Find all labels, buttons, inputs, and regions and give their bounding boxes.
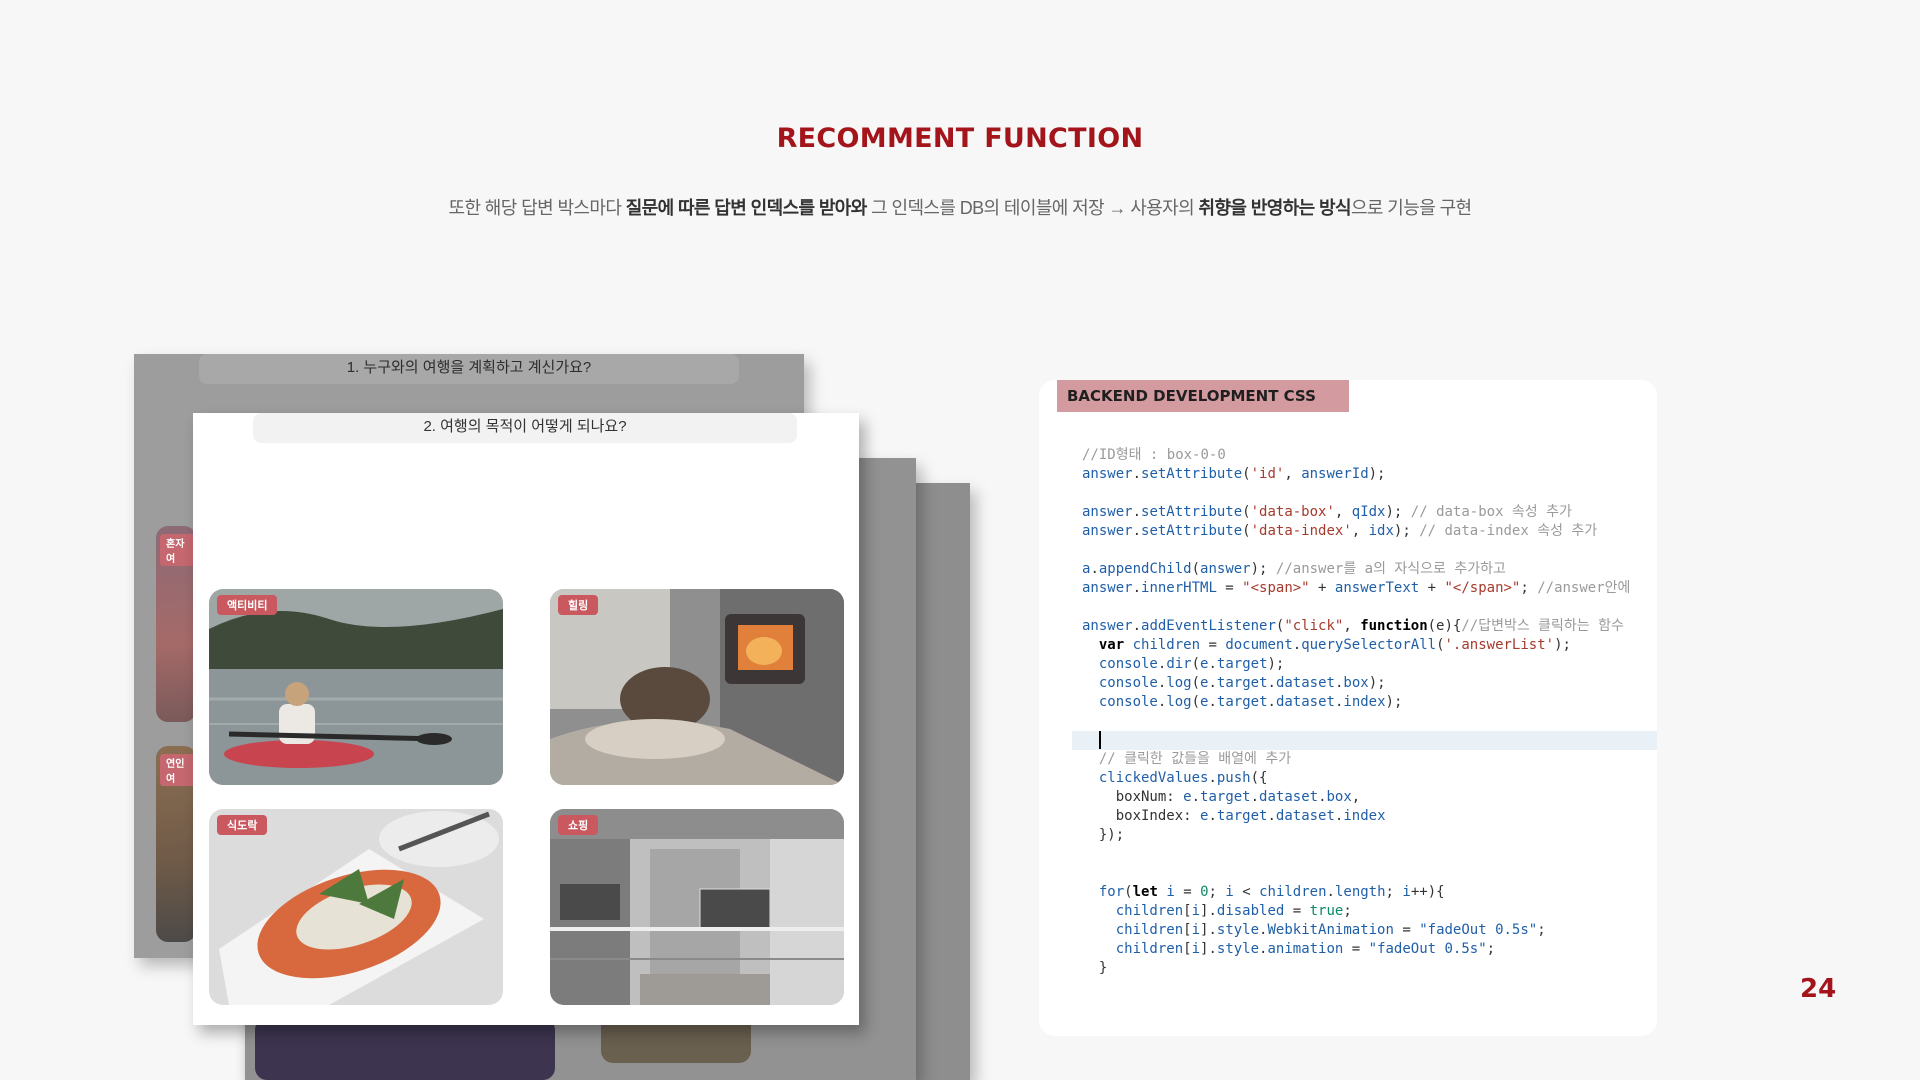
option-tag-activity: 액티비티 xyxy=(217,595,278,615)
code-line: console.log(e.target.dataset.box); xyxy=(1098,675,1386,691)
code-line: answer.setAttribute('data-box', qIdx); /… xyxy=(1082,504,1572,520)
code-line: a.appendChild(answer); //answer를 a의 자식으로… xyxy=(1082,561,1506,577)
slide-title: RECOMMENT FUNCTION xyxy=(776,123,1144,154)
option-tile-shopping[interactable]: 쇼핑 xyxy=(550,809,844,1005)
code-line: }); xyxy=(1082,827,1125,843)
page-number: 24 xyxy=(1800,974,1837,1004)
option-tag-dim: 연인여 xyxy=(160,754,196,786)
code-editor[interactable]: //ID형태 : box-0-0 answer.setAttribute('id… xyxy=(1072,446,1657,978)
option-tile-food[interactable]: 식도락 xyxy=(209,809,503,1005)
code-line: boxIndex: e.target.dataset.index xyxy=(1082,808,1386,824)
code-line: answer.setAttribute('data-index', idx); … xyxy=(1082,523,1598,539)
code-line: answer.addEventListener("click", functio… xyxy=(1082,618,1624,634)
code-line: answer.setAttribute('id', answerId); xyxy=(1082,466,1386,482)
option-tile-dim: 연인여 xyxy=(156,746,196,942)
code-line: children[i].style.animation = "fadeOut 0… xyxy=(1115,941,1496,957)
code-line-current xyxy=(1072,731,1657,750)
code-line: // 클릭한 값들을 배열에 추가 xyxy=(1098,751,1292,767)
code-panel-badge: BACKEND DEVELOPMENT CSS xyxy=(1057,380,1349,412)
code-line: answer.innerHTML = "<span>" + answerText… xyxy=(1082,580,1631,596)
code-line: children[i].style.WebkitAnimation = "fad… xyxy=(1115,922,1546,938)
fireplace-photo-icon xyxy=(550,589,844,785)
mall-photo-icon xyxy=(550,809,844,1005)
pasta-photo-icon xyxy=(209,809,503,1005)
option-tile-dim: 혼자여 xyxy=(156,526,196,722)
code-line: } xyxy=(1082,960,1108,976)
code-line: console.dir(e.target); xyxy=(1098,656,1285,672)
option-tag-food: 식도락 xyxy=(217,815,268,835)
text-cursor xyxy=(1098,731,1101,749)
code-line: boxNum: e.target.dataset.box, xyxy=(1082,789,1361,805)
code-panel: BACKEND DEVELOPMENT CSS //ID형태 : box-0-0… xyxy=(1039,380,1657,1036)
code-line: children[i].disabled = true; xyxy=(1115,903,1352,919)
option-tag-healing: 힐링 xyxy=(558,595,599,615)
code-line: //ID형태 : box-0-0 xyxy=(1082,447,1226,463)
code-line: clickedValues.push({ xyxy=(1098,770,1268,786)
question-1-label: 1. 누구와의 여행을 계획하고 계신가요? xyxy=(199,354,739,384)
question-2-label: 2. 여행의 목적이 어떻게 되나요? xyxy=(253,413,797,443)
code-line: for(let i = 0; i < children.length; i++)… xyxy=(1098,884,1445,900)
option-tag-dim: 혼자여 xyxy=(160,534,196,566)
option-tag-shopping: 쇼핑 xyxy=(558,815,599,835)
option-tile-healing[interactable]: 힐링 xyxy=(550,589,844,785)
code-line: console.log(e.target.dataset.index); xyxy=(1098,694,1403,710)
code-line: var children = document.querySelectorAll… xyxy=(1098,637,1571,653)
kayak-photo-icon xyxy=(209,589,503,785)
option-tile-activity[interactable]: 액티비티 xyxy=(209,589,503,785)
survey-screen-question-2: 2. 여행의 목적이 어떻게 되나요? 액티비티 힐링 식도락 쇼핑 xyxy=(193,413,859,1025)
slide-subtitle: 또한 해당 답변 박스마다 질문에 따른 답변 인덱스를 받아와 그 인덱스를 … xyxy=(448,198,1472,218)
